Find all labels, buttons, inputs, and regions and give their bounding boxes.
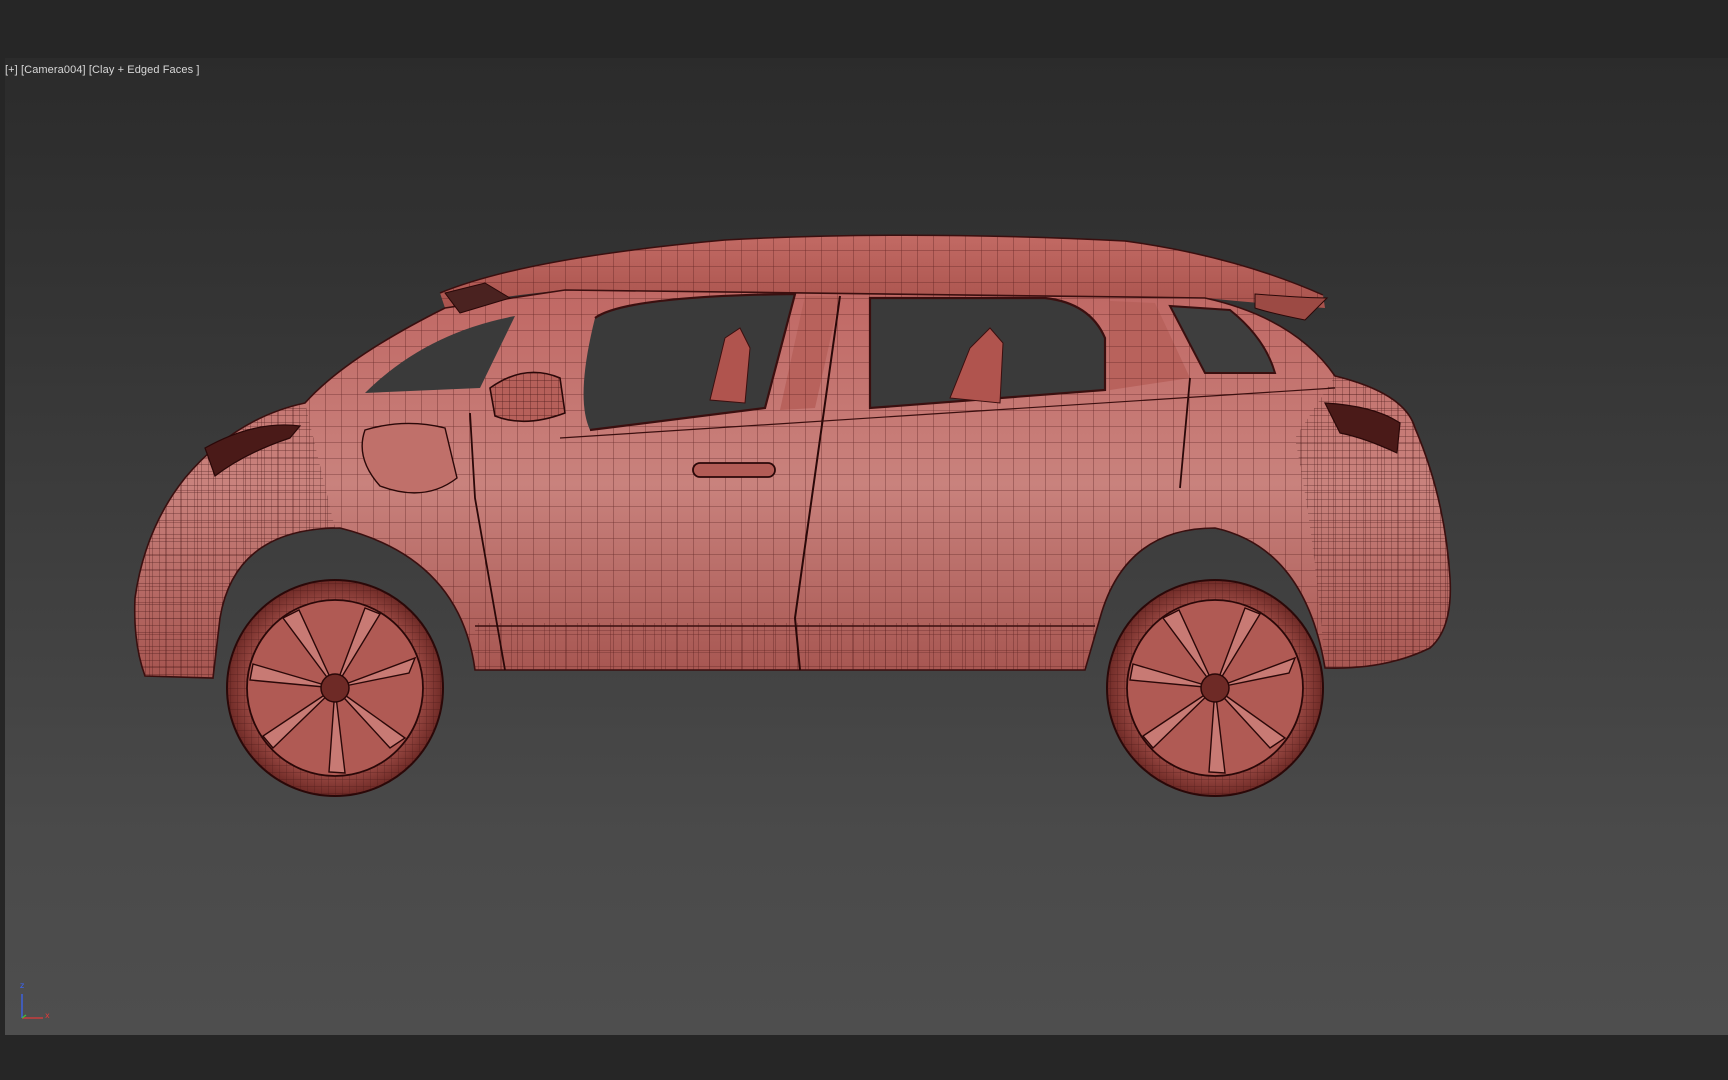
car-model[interactable] [5,58,1728,1035]
rear-wheel [1106,579,1324,797]
viewport-camera004[interactable]: [+] [Camera004] [Clay + Edged Faces ] z … [5,58,1728,1035]
axis-x-label: x [45,1011,50,1020]
door-handle [692,462,776,478]
app-window: [+] [Camera004] [Clay + Edged Faces ] z … [0,0,1728,1080]
front-wheel [226,579,444,797]
axis-z-label: z [20,981,25,990]
axis-tripod: z x [17,978,67,1028]
